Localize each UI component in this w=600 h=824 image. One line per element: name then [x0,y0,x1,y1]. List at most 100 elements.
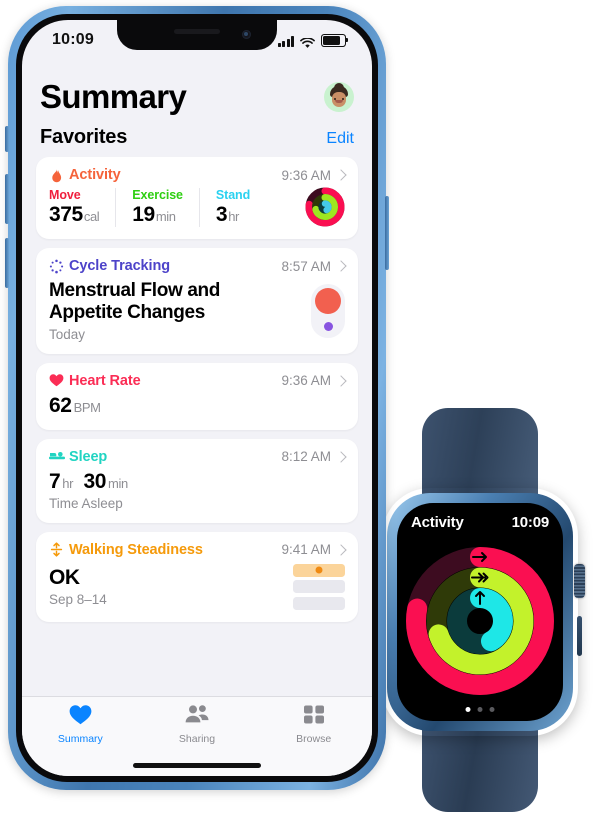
updown-arrows-icon [49,542,64,557]
tab-label: Sharing [178,733,216,745]
edit-button[interactable]: Edit [326,130,354,148]
steadiness-bars [293,563,345,610]
metric-move: Move 375cal [49,187,117,227]
metric-label: Stand [215,187,251,202]
tab-summary[interactable]: Summary [22,704,139,745]
metric-stand: Stand 3hr [216,188,266,227]
summary-content: Summary Favorites Edit Activity 9:36 AM … [22,60,372,776]
metric-unit: hr [228,208,239,224]
chevron-right-icon[interactable] [335,544,347,556]
card-walking-steadiness[interactable]: Walking Steadiness 9:41 AM OK Sep 8–14 [36,531,358,622]
chevron-right-icon[interactable] [335,451,347,463]
card-cycle-tracking[interactable]: Cycle Tracking 8:57 AM Menstrual Flow an… [36,248,358,354]
metric-value: 375 [49,202,83,226]
card-sleep[interactable]: Sleep 8:12 AM 7 hr 30 min Time Asleep [36,438,358,523]
metric-value: 19 [132,202,155,226]
watch-clock: 10:09 [511,514,550,531]
steadiness-status: OK [49,566,80,590]
chevron-right-icon[interactable] [335,169,347,181]
watch-case: Activity 10:09 [382,488,585,736]
phone-screen[interactable]: 10:09 Summary Favorites Edit Activity 9:… [22,20,372,776]
digital-crown[interactable] [574,564,585,598]
card-timestamp: 8:57 AM [281,258,331,274]
apple-watch: Activity 10:09 [368,408,592,824]
sleep-minutes-unit: min [108,475,128,491]
card-title: Cycle Tracking [69,258,170,274]
page-dot-3 [489,707,495,712]
card-title: Heart Rate [69,372,141,389]
metric-exercise: Exercise 19min [132,187,200,227]
watch-header: Activity 10:09 [411,514,549,531]
watch-app-title: Activity [411,514,464,531]
steadiness-bar-ok [293,563,345,577]
sleep-hours-unit: hr [62,475,74,491]
heart-icon [69,704,92,730]
section-title: Favorites [40,126,128,148]
sleep-subtitle: Time Asleep [49,495,123,511]
home-indicator[interactable] [133,763,261,768]
steadiness-bar-low [293,580,345,594]
heart-rate-reading: 62 BPM [49,394,345,418]
watch-screen[interactable]: Activity 10:09 [397,503,563,721]
card-timestamp: 9:36 AM [281,373,331,389]
cycle-subtitle: Today [49,326,86,342]
bed-icon [49,449,65,464]
watch-case-inner: Activity 10:09 [387,493,573,731]
symptom-dot [324,321,333,331]
scene: Activity 10:09 10:09 Summary Favorites E… [0,0,600,824]
page-dot-1 [465,707,471,712]
earpiece-speaker [174,29,220,34]
flow-marker [315,287,341,314]
front-camera-icon [242,30,251,39]
phone-bezel: 10:09 Summary Favorites Edit Activity 9:… [16,14,378,782]
card-timestamp: 9:41 AM [281,542,331,558]
header-row: Summary [36,60,358,120]
metric-unit: cal [83,208,100,224]
sleep-duration: 7 hr 30 min [49,470,345,494]
volume-down-button[interactable] [5,238,9,288]
battery-icon [321,33,349,47]
tab-sharing[interactable]: Sharing [139,704,256,745]
watch-page-dots [465,707,495,712]
avatar[interactable] [324,82,354,112]
tab-browse[interactable]: Browse [255,704,372,745]
tab-bar: Summary Sharing Browse [22,696,372,776]
volume-up-button[interactable] [5,174,9,224]
power-button[interactable] [385,196,389,270]
metric-unit: min [155,208,176,224]
sleep-hours: 7 [49,469,61,493]
heart-icon [49,373,64,388]
chevron-right-icon[interactable] [335,260,347,272]
people-icon [184,704,210,730]
status-bar-time: 10:09 [52,31,94,48]
cycle-flow-indicator [311,283,345,338]
wifi-icon [300,36,315,48]
watch-side-button[interactable] [577,616,582,656]
grid-icon [303,704,325,730]
flame-icon [49,168,64,183]
activity-rings-mini [305,187,345,227]
heart-rate-value: 62 [49,393,72,417]
tab-label: Browse [296,733,332,745]
card-activity[interactable]: Activity 9:36 AM Move 375cal Exercise 19… [36,157,358,239]
activity-rings-watch[interactable] [401,542,559,700]
card-timestamp: 8:12 AM [281,449,331,465]
metric-label: Exercise [132,187,183,202]
cycle-headline: Menstrual Flow and Appetite Changes [49,280,221,324]
page-dot-2 [477,707,483,712]
cycle-dots-icon [49,259,64,274]
steadiness-date-range: Sep 8–14 [49,592,107,608]
chevron-right-icon[interactable] [335,375,347,387]
card-title: Walking Steadiness [69,541,203,558]
favorites-section-header: Favorites Edit [36,120,358,157]
tab-label: Summary [57,733,103,745]
notch [117,20,277,50]
signal-bars-icon [277,36,294,47]
card-title: Activity [69,167,121,183]
card-timestamp: 9:36 AM [281,167,331,183]
card-heart-rate[interactable]: Heart Rate 9:36 AM 62 BPM [36,362,358,430]
steadiness-bar-verylow [293,596,345,610]
silent-switch[interactable] [5,126,9,152]
page-title: Summary [40,78,187,115]
heart-rate-unit: BPM [73,399,101,415]
